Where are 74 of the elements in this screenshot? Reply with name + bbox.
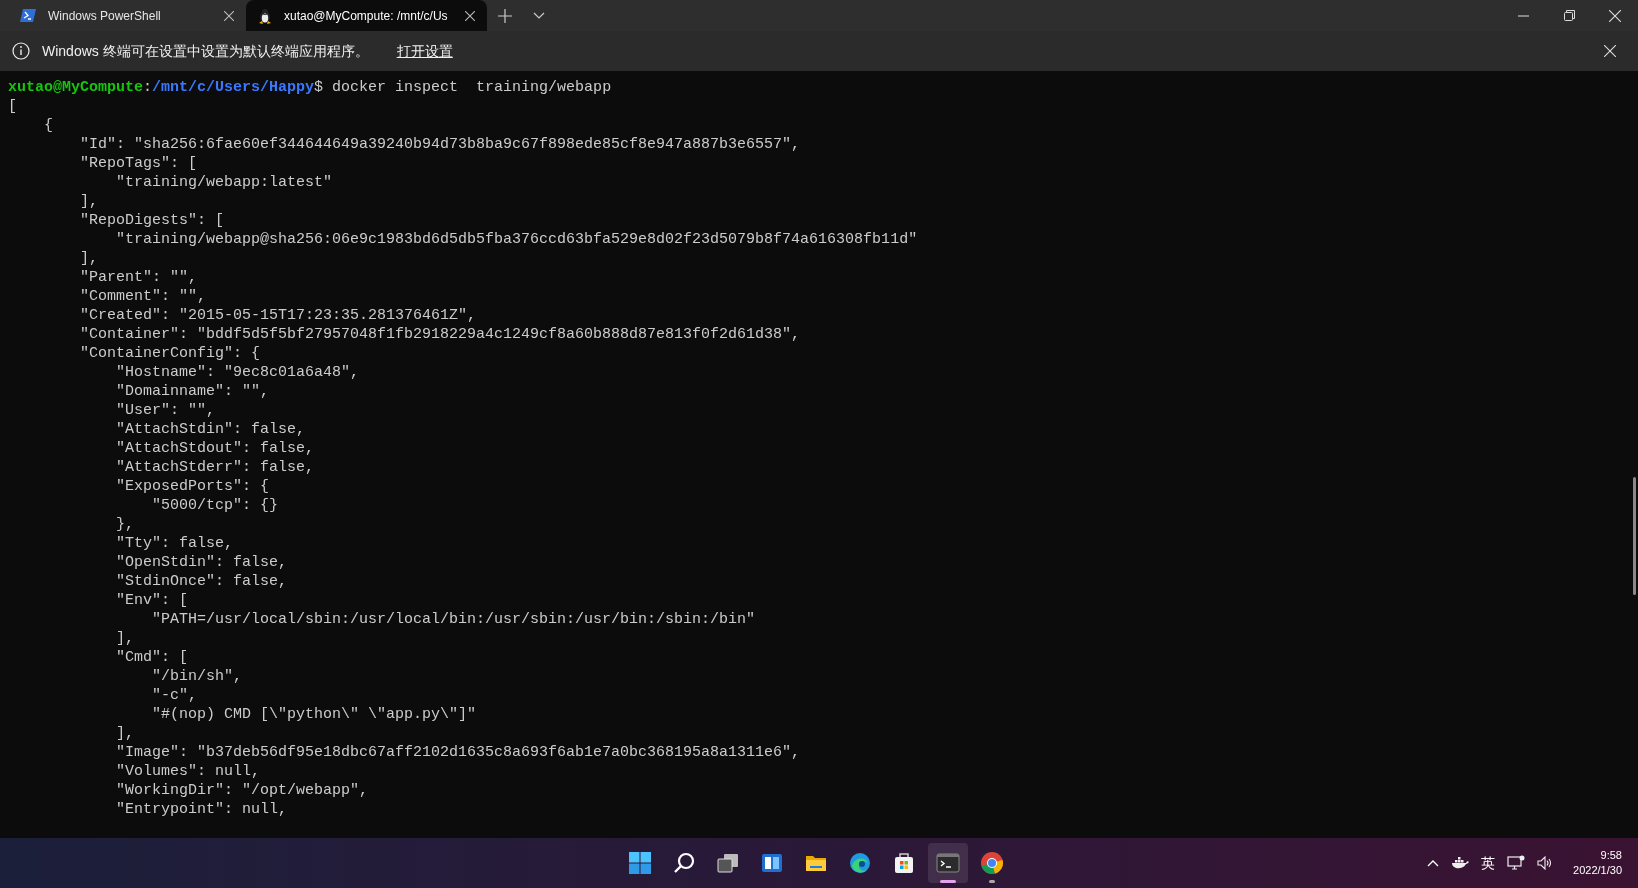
- output-line: "Comment": "",: [80, 288, 207, 305]
- penguin-icon: [258, 7, 272, 24]
- output-line: "Hostname": "9ec8c01a6a48",: [116, 364, 360, 381]
- output-line: "/bin/sh",: [152, 668, 242, 685]
- output-line: "OpenStdin": false,: [116, 554, 288, 571]
- chevron-up-icon[interactable]: [1427, 859, 1440, 867]
- windows-logo-icon: [628, 851, 652, 875]
- output-line: "Env": [: [116, 592, 188, 609]
- minimize-icon: [1517, 14, 1529, 17]
- output-line: "-c",: [152, 687, 197, 704]
- network-icon[interactable]: [1507, 855, 1526, 871]
- output-line: "Volumes": null,: [116, 763, 261, 780]
- restore-icon: [1563, 10, 1575, 21]
- taskbar-button[interactable]: [928, 843, 968, 883]
- output-line: "User": "",: [116, 402, 216, 419]
- output-line: "ExposedPorts": {: [116, 478, 270, 495]
- output-line: ],: [80, 250, 98, 267]
- output-line: "Entrypoint": null,: [116, 801, 288, 818]
- volume-icon[interactable]: [1537, 856, 1554, 870]
- terminal-icon: [20, 9, 36, 22]
- output-line: "Cmd": [: [116, 649, 188, 666]
- output-line: "Container": "bddf5d5f5bf27957048f1fb2918229a4c1249cf8a60b888d87e813f0f2d61d38",: [80, 326, 801, 343]
- clock-time[interactable]: 9:58: [1600, 848, 1622, 863]
- output-line: "AttachStdin": false,: [116, 421, 306, 438]
- open-settings-link[interactable]: 打开设置: [396, 40, 453, 62]
- output-line: "Domainname": "",: [116, 383, 270, 400]
- command-text: $ docker inspect training/webapp: [314, 78, 612, 97]
- output-line: "ContainerConfig": {: [80, 345, 261, 362]
- whale-icon[interactable]: [1451, 856, 1470, 870]
- browser-circle-icon: [980, 851, 1004, 875]
- browser-wave-icon: [848, 851, 872, 875]
- info-icon: [12, 42, 30, 60]
- output-line: "AttachStderr": false,: [116, 459, 315, 476]
- output-line: "WorkingDir": "/opt/webapp",: [116, 782, 369, 799]
- prompt-user: xutao@MyCompute: [8, 78, 144, 97]
- scrollbar-thumb[interactable]: [1633, 477, 1636, 595]
- output-line: ],: [116, 725, 134, 742]
- input-method-indicator[interactable]: 英: [1481, 852, 1496, 874]
- shopping-bag-icon: [892, 851, 916, 875]
- output-line: "RepoTags": [: [80, 155, 198, 172]
- search-icon: [672, 851, 696, 875]
- output-line: "StdinOnce": false,: [116, 573, 288, 590]
- prompt-path: /mnt/c/Users/Happy: [152, 78, 315, 97]
- output-line: ],: [80, 193, 98, 210]
- output-line: "training/webapp:latest": [116, 174, 333, 191]
- widgets-icon: [760, 851, 784, 875]
- output-line: "PATH=/usr/local/sbin:/usr/local/bin:/usr/sbin:/usr/bin:/sbin:/bin": [152, 611, 756, 628]
- output-line: },: [116, 516, 134, 533]
- info-message: Windows 终端可在设置中设置为默认终端应用程序。: [42, 41, 369, 61]
- chevron-down-icon: [533, 11, 545, 20]
- output-line: [: [8, 98, 17, 115]
- close-icon: [1609, 9, 1621, 22]
- prompt-separator: :: [143, 78, 153, 97]
- output-line: "AttachStdout": false,: [116, 440, 315, 457]
- close-icon[interactable]: [224, 10, 234, 21]
- output-line: "training/webapp@sha256:06e9c1983bd6d5db5fba376ccd63bfa529e8d02f23d5079b8f74a616308fb11d": [116, 231, 918, 248]
- output-line: {: [44, 117, 53, 134]
- output-line: "Tty": false,: [116, 535, 234, 552]
- terminal-icon: [936, 851, 960, 875]
- plus-icon: [498, 8, 512, 23]
- clock-date[interactable]: 2022/1/30: [1573, 863, 1622, 878]
- tab[interactable]: Windows PowerShell: [8, 0, 246, 31]
- close-icon: [1604, 45, 1616, 57]
- output-line: "#(nop) CMD [\"python\" \"app.py\"]": [152, 706, 477, 723]
- output-line: "Parent": "",: [80, 269, 198, 286]
- output-line: ],: [116, 630, 134, 647]
- output-line: "Id": "sha256:6fae60ef344644649a39240b94d73b8ba9c67f898ede85cf8e947a887b3e6557",: [80, 136, 801, 153]
- output-line: "Image": "b37deb56df95e18dbc67aff2102d1635c8a693f6ab1e7a0bc368195a8a1311e6",: [116, 744, 801, 761]
- output-line: "RepoDigests": [: [80, 212, 225, 229]
- tab[interactable]: xutao@MyCompute: /mnt/c/Us: [246, 0, 487, 31]
- output-line: "5000/tcp": {}: [152, 497, 279, 514]
- task-view-icon: [716, 851, 740, 875]
- close-icon[interactable]: [465, 10, 475, 21]
- output-line: "Created": "2015-05-15T17:23:35.281376461Z",: [80, 307, 477, 324]
